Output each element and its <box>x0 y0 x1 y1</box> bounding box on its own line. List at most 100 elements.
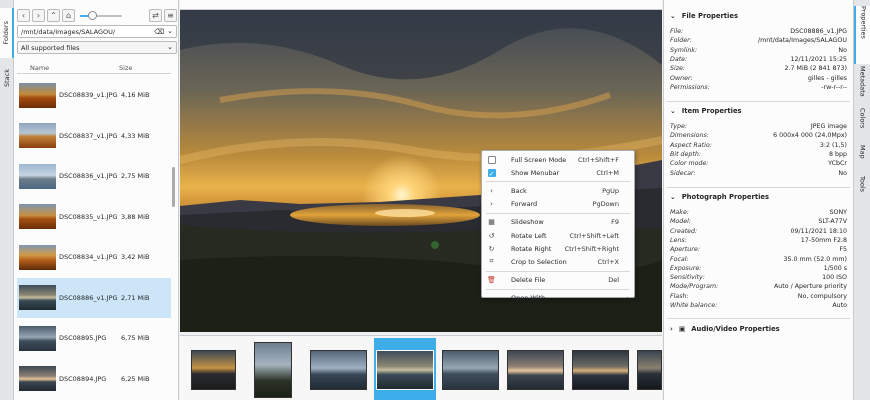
property-key: Size: <box>670 65 686 73</box>
property-key: Focal: <box>670 255 689 263</box>
property-value: SONY <box>829 209 847 216</box>
tab-stack[interactable]: Stack <box>0 58 14 98</box>
property-row: Date: 12/11/2021 15:25 <box>670 56 850 65</box>
thumbnail-filmstrip <box>180 335 662 400</box>
file-name: DSC08839_v1.JPG <box>59 91 118 100</box>
menu-button[interactable]: ≡ <box>164 8 177 22</box>
property-key: Sensitivity: <box>670 274 705 282</box>
filmstrip-thumbnail[interactable] <box>442 350 499 390</box>
property-value: DSC08886_v1.JPG <box>790 28 847 35</box>
clear-icon[interactable]: ⌫ <box>154 28 164 36</box>
menu-item-crop[interactable]: ⌗ Crop to Selection Ctrl+X <box>482 255 634 268</box>
property-value: 6 000x4 000 (24,0Mpx) <box>773 132 847 140</box>
menu-item-rotate-right[interactable]: ↻ Rotate Right Ctrl+Shift+Right <box>482 242 634 255</box>
checkbox-icon[interactable] <box>487 155 496 164</box>
list-item[interactable]: DSC08895.JPG 6,75 MiB <box>17 318 171 359</box>
menu-label: Rotate Left <box>511 231 547 240</box>
filmstrip-thumbnail[interactable] <box>572 350 629 390</box>
filmstrip-thumbnail[interactable] <box>254 342 292 398</box>
path-input[interactable]: /mnt/data/Images/SALAGOU/ ⌫ ⌄ <box>17 25 177 38</box>
list-item[interactable]: DSC08835_v1.JPG 3,88 MiB <box>17 197 171 238</box>
menu-item-forward[interactable]: › Forward PgDown <box>482 198 634 211</box>
property-key: Owner: <box>670 74 693 82</box>
thumbnail-size-slider[interactable] <box>80 9 122 22</box>
file-list-scrollbar[interactable] <box>171 75 176 400</box>
menu-item-delete[interactable]: 🗑 Delete File Del <box>482 274 634 287</box>
file-list: DSC08839_v1.JPG 4,16 MiB DSC08837_v1.JPG… <box>17 75 171 399</box>
menu-shortcut: Ctrl+Shift+Right <box>564 244 619 253</box>
menu-item-slideshow[interactable]: ▦ Slideshow F9 <box>482 216 634 229</box>
menu-item-rotate-left[interactable]: ↺ Rotate Left Ctrl+Shift+Left <box>482 229 634 242</box>
file-thumbnail <box>19 204 56 230</box>
property-row: Lens: 17-50mm F2.8 <box>670 237 850 246</box>
menu-label: Crop to Selection <box>511 257 567 266</box>
tab-folders[interactable]: Folders <box>0 8 14 58</box>
menu-item-show-menubar[interactable]: ✓ Show Menubar Ctrl+M <box>482 166 634 179</box>
property-row: Aspect Ratio: 3:2 (1,5) <box>670 142 850 151</box>
property-row: Owner: gilles - gilles <box>670 75 850 84</box>
chevron-right-icon: › <box>36 10 41 20</box>
chevron-down-icon: ⌄ <box>167 43 173 51</box>
item-properties-header[interactable]: ⌄ Item Properties <box>670 107 742 115</box>
list-item-selected[interactable]: DSC08886_v1.JPG 2,71 MiB <box>17 277 171 318</box>
av-properties-header[interactable]: › ▣ Audio/Video Properties <box>670 325 780 333</box>
property-key: Aspect Ratio: <box>670 141 712 149</box>
tab-tools[interactable]: Tools <box>854 176 870 206</box>
filmstrip-thumbnail-selected[interactable] <box>376 350 434 390</box>
menu-separator <box>486 270 630 272</box>
menu-item-open-with[interactable]: Open With › <box>482 292 634 305</box>
arrow-up-icon: ⌃ <box>50 10 57 20</box>
chevron-down-icon[interactable]: ⌄ <box>167 27 173 35</box>
section-divider <box>667 318 850 319</box>
list-item[interactable]: DSC08834_v1.JPG 3,42 MiB <box>17 237 171 278</box>
back-button[interactable]: ‹ <box>17 8 30 22</box>
property-value: 3:2 (1,5) <box>819 141 847 149</box>
list-item[interactable]: DSC08839_v1.JPG 4,16 MiB <box>17 75 171 116</box>
slider-knob[interactable] <box>88 10 98 20</box>
image-viewer-window: Folders Stack ‹ › ⌃ ⌂ ⇄ ≡ /mnt/data/Imag… <box>0 0 870 400</box>
section-title: File Properties <box>681 12 739 20</box>
filmstrip-thumbnail[interactable] <box>507 350 564 390</box>
property-value: No <box>838 169 847 177</box>
property-value: 12/11/2021 15:25 <box>790 55 847 63</box>
menu-item-back[interactable]: ‹ Back PgUp <box>482 184 634 197</box>
filmstrip-thumbnail[interactable] <box>191 350 236 390</box>
file-size: 3,42 MiB <box>121 253 150 262</box>
file-properties-header[interactable]: ⌄ File Properties <box>670 12 738 20</box>
checkbox-icon[interactable]: ✓ <box>487 168 496 178</box>
menu-shortcut: Ctrl+Shift+F <box>578 155 619 164</box>
chevron-down-icon: ⌄ <box>670 193 676 201</box>
tab-map[interactable]: Map <box>854 145 870 173</box>
list-item[interactable]: DSC08836_v1.JPG 2,75 MiB <box>17 156 171 197</box>
menu-item-full-screen[interactable]: Full Screen Mode Ctrl+Shift+F <box>482 153 634 166</box>
property-key: Sidecar: <box>670 169 696 177</box>
filmstrip-thumbnail[interactable] <box>637 350 662 390</box>
scrollbar-handle[interactable] <box>172 167 175 207</box>
property-key: Aperture: <box>670 246 700 254</box>
property-value: SLT-A77V <box>818 218 847 226</box>
column-size-header[interactable]: Size <box>119 64 132 72</box>
tab-properties[interactable]: Properties <box>854 6 870 64</box>
up-button[interactable]: ⌃ <box>47 8 60 22</box>
tab-colors[interactable]: Colors <box>854 108 870 142</box>
column-name-header[interactable]: Name <box>30 64 49 72</box>
sync-button[interactable]: ⇄ <box>149 8 162 22</box>
chevron-left-icon: ‹ <box>490 186 493 195</box>
property-row: Color mode: YCbCr <box>670 160 850 169</box>
file-filter-select[interactable]: All supported files ⌄ <box>17 41 177 54</box>
list-item[interactable]: DSC08894.JPG 6,25 MiB <box>17 359 171 400</box>
list-item[interactable]: DSC08837_v1.JPG 4,33 MiB <box>17 116 171 157</box>
property-key: Created: <box>670 227 698 235</box>
home-button[interactable]: ⌂ <box>62 8 75 22</box>
property-row: Dimensions: 6 000x4 000 (24,0Mpx) <box>670 132 850 141</box>
filmstrip-thumbnail[interactable] <box>310 350 367 390</box>
tab-metadata[interactable]: Metadata <box>854 66 870 106</box>
property-row: Focal: 35.0 mm (52.0 mm) <box>670 256 850 265</box>
forward-button[interactable]: › <box>32 8 45 22</box>
section-divider <box>667 187 850 188</box>
chevron-right-icon: › <box>626 294 629 303</box>
property-value: -rw-r--r-- <box>821 83 847 91</box>
photo-properties-header[interactable]: ⌄ Photograph Properties <box>670 193 769 201</box>
menu-shortcut: F9 <box>611 218 619 227</box>
file-list-header: Name Size <box>17 61 171 74</box>
